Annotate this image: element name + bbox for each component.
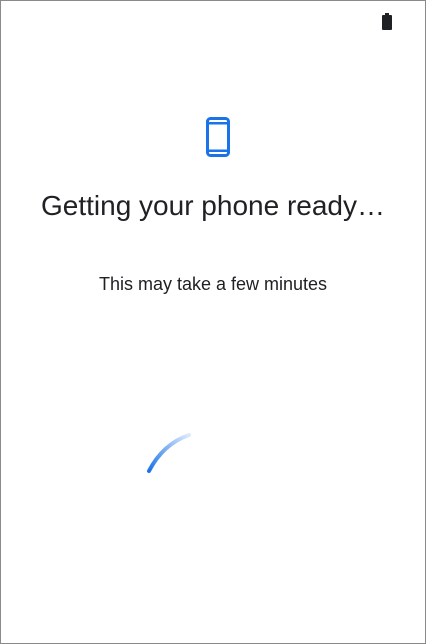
setup-screen: Getting your phone ready… This may take … bbox=[0, 0, 426, 644]
status-bar bbox=[1, 1, 425, 30]
smartphone-icon bbox=[206, 117, 230, 157]
page-title: Getting your phone ready… bbox=[41, 190, 385, 221]
battery-icon bbox=[382, 13, 392, 30]
page-subtitle: This may take a few minutes bbox=[98, 274, 328, 294]
loading-spinner-icon bbox=[141, 426, 197, 482]
